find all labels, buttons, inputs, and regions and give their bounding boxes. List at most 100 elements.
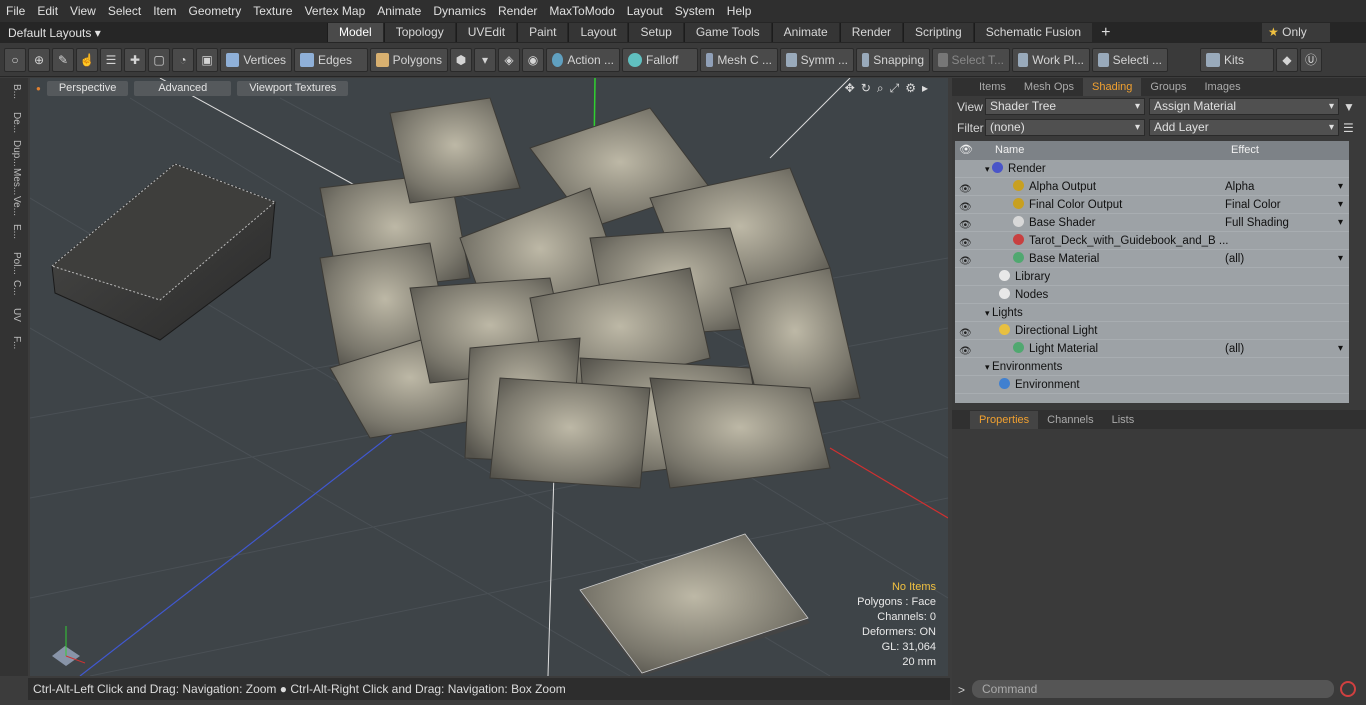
menu-item[interactable]: Item [147, 0, 182, 22]
menu-texture[interactable]: Texture [247, 0, 298, 22]
menu-animate[interactable]: Animate [371, 0, 427, 22]
tree-row[interactable]: ▾ Environments [955, 358, 1349, 376]
tree-row[interactable]: 👁 Base Material (all) [955, 250, 1349, 268]
menu-system[interactable]: System [669, 0, 721, 22]
menu-vertex-map[interactable]: Vertex Map [299, 0, 372, 22]
menu-help[interactable]: Help [721, 0, 758, 22]
tab-scripting[interactable]: Scripting [903, 23, 973, 42]
expand-arrow-icon[interactable]: ▾ [985, 308, 992, 318]
left-tab-0[interactable]: B... [6, 84, 22, 99]
symmetry-mode-icon[interactable]: ◈ [498, 47, 520, 72]
column-name[interactable]: Name [977, 141, 1227, 160]
viewport-nav-icons[interactable]: ✥↻⌕⤢⚙▸ [845, 81, 934, 96]
action-center-button[interactable]: Action ... [546, 47, 620, 72]
unreal-icon[interactable]: Ⓤ [1300, 47, 1322, 72]
center-tool-icon[interactable]: ✚ [124, 47, 146, 72]
unity-icon[interactable]: ◆ [1276, 47, 1298, 72]
3d-viewport[interactable]: ● Perspective Advanced Viewport Textures… [30, 78, 948, 676]
pie-tool-icon[interactable]: ◔ [172, 47, 194, 72]
only-toggle[interactable]: ★ Only [1262, 23, 1330, 42]
panel-tab-images[interactable]: Images [1196, 78, 1250, 96]
tab-animate[interactable]: Animate [771, 23, 839, 42]
tree-item-effect[interactable]: Full Shading [1225, 214, 1345, 232]
left-tab-1[interactable]: De... [6, 112, 22, 133]
tree-row[interactable]: Environment [955, 376, 1349, 394]
menu-edit[interactable]: Edit [31, 0, 64, 22]
tab-paint[interactable]: Paint [517, 23, 568, 42]
lower-tab-lists[interactable]: Lists [1103, 411, 1144, 429]
snapping-button[interactable]: Snapping [856, 47, 930, 72]
falloff-button[interactable]: Falloff [622, 47, 698, 72]
view-dropdown[interactable]: Shader Tree [985, 98, 1145, 115]
menu-geometry[interactable]: Geometry [183, 0, 248, 22]
panel-tab-shading[interactable]: Shading [1083, 78, 1142, 96]
tree-row[interactable]: ▾ Lights [955, 304, 1349, 322]
left-tab-9[interactable]: F... [6, 336, 22, 349]
visibility-eye-icon[interactable]: 👁 [959, 325, 973, 339]
visibility-eye-icon[interactable]: 👁 [959, 343, 973, 357]
tree-row[interactable]: 👁 Tarot_Deck_with_Guidebook_and_B ... [955, 232, 1349, 250]
box-tool-icon[interactable]: ▢ [148, 47, 170, 72]
pivot-mode-icon[interactable]: ◉ [522, 47, 544, 72]
panel-tab-mesh-ops[interactable]: Mesh Ops [1015, 78, 1083, 96]
item-mode-icon[interactable]: ⬢ [450, 47, 472, 72]
tree-row[interactable]: 👁 Alpha Output Alpha [955, 178, 1349, 196]
tree-row[interactable]: 👁 Light Material (all) [955, 340, 1349, 358]
column-effect[interactable]: Effect [1227, 141, 1259, 160]
tree-row[interactable]: Library [955, 268, 1349, 286]
left-tab-7[interactable]: C... [6, 280, 22, 296]
visibility-eye-icon[interactable]: 👁 [959, 253, 973, 267]
visibility-eye-icon[interactable]: 👁 [959, 235, 973, 249]
cube-tool-icon[interactable]: ▣ [196, 47, 218, 72]
tab-game-tools[interactable]: Game Tools [683, 23, 771, 42]
tab-schematic-fusion[interactable]: Schematic Fusion [973, 23, 1093, 42]
vertices-button[interactable]: Vertices [220, 47, 292, 72]
hand-tool-icon[interactable]: ☝ [76, 47, 98, 72]
assign-material-dropdown[interactable]: Assign Material [1149, 98, 1339, 115]
menu-dynamics[interactable]: Dynamics [427, 0, 492, 22]
menu-view[interactable]: View [64, 0, 102, 22]
tree-item-effect[interactable]: Final Color [1225, 196, 1345, 214]
left-tab-2[interactable]: Dup... [6, 140, 22, 167]
menu-icon[interactable]: ☰ [1343, 121, 1354, 135]
expand-arrow-icon[interactable]: ▾ [985, 164, 992, 174]
advanced-button[interactable]: Advanced [134, 80, 232, 96]
kits-button[interactable]: Kits [1200, 47, 1274, 72]
lower-tab-properties[interactable]: Properties [970, 410, 1039, 429]
visibility-eye-icon[interactable]: 👁 [959, 181, 973, 195]
command-input[interactable]: Command [972, 680, 1334, 698]
menu-render[interactable]: Render [492, 0, 543, 22]
funnel-icon[interactable]: ▼ [1343, 100, 1355, 114]
tree-row[interactable]: Nodes [955, 286, 1349, 304]
pen-tool-icon[interactable]: ✎ [52, 47, 74, 72]
tree-row[interactable]: 👁 Directional Light [955, 322, 1349, 340]
selection-sets-button[interactable]: Selecti ... [1092, 47, 1168, 72]
tab-topology[interactable]: Topology [383, 23, 455, 42]
visibility-eye-icon[interactable]: 👁 [959, 199, 973, 213]
left-tab-6[interactable]: Pol... [6, 252, 22, 275]
tab-layout[interactable]: Layout [568, 23, 628, 42]
tab-setup[interactable]: Setup [628, 23, 683, 42]
tab-render[interactable]: Render [839, 23, 903, 42]
lower-tab-channels[interactable]: Channels [1038, 411, 1102, 429]
work-plane-button[interactable]: Work Pl... [1012, 47, 1090, 72]
menu-select[interactable]: Select [102, 0, 147, 22]
polygons-button[interactable]: Polygons [370, 47, 448, 72]
visibility-eye-icon[interactable]: 👁 [959, 217, 973, 231]
perspective-button[interactable]: Perspective [46, 80, 129, 96]
panel-tab-items[interactable]: Items [970, 78, 1015, 96]
tree-row[interactable]: 👁 Base Shader Full Shading [955, 214, 1349, 232]
menu-file[interactable]: File [0, 0, 31, 22]
tree-item-effect[interactable]: (all) [1225, 250, 1345, 268]
add-layer-dropdown[interactable]: Add Layer [1149, 119, 1339, 136]
tree-item-effect[interactable]: Alpha [1225, 178, 1345, 196]
expand-arrow-icon[interactable]: ▾ [985, 362, 992, 372]
globe-tool-icon[interactable]: ⊕ [28, 47, 50, 72]
left-tab-8[interactable]: UV [6, 308, 22, 322]
panel-tab-groups[interactable]: Groups [1141, 78, 1195, 96]
tab-uvedit[interactable]: UVEdit [455, 23, 517, 42]
tree-row[interactable]: ▾ Render [955, 160, 1349, 178]
tree-row[interactable]: 👁 Final Color Output Final Color [955, 196, 1349, 214]
select-through-button[interactable]: Select T... [932, 47, 1010, 72]
circle-tool-icon[interactable]: ○ [4, 47, 26, 72]
